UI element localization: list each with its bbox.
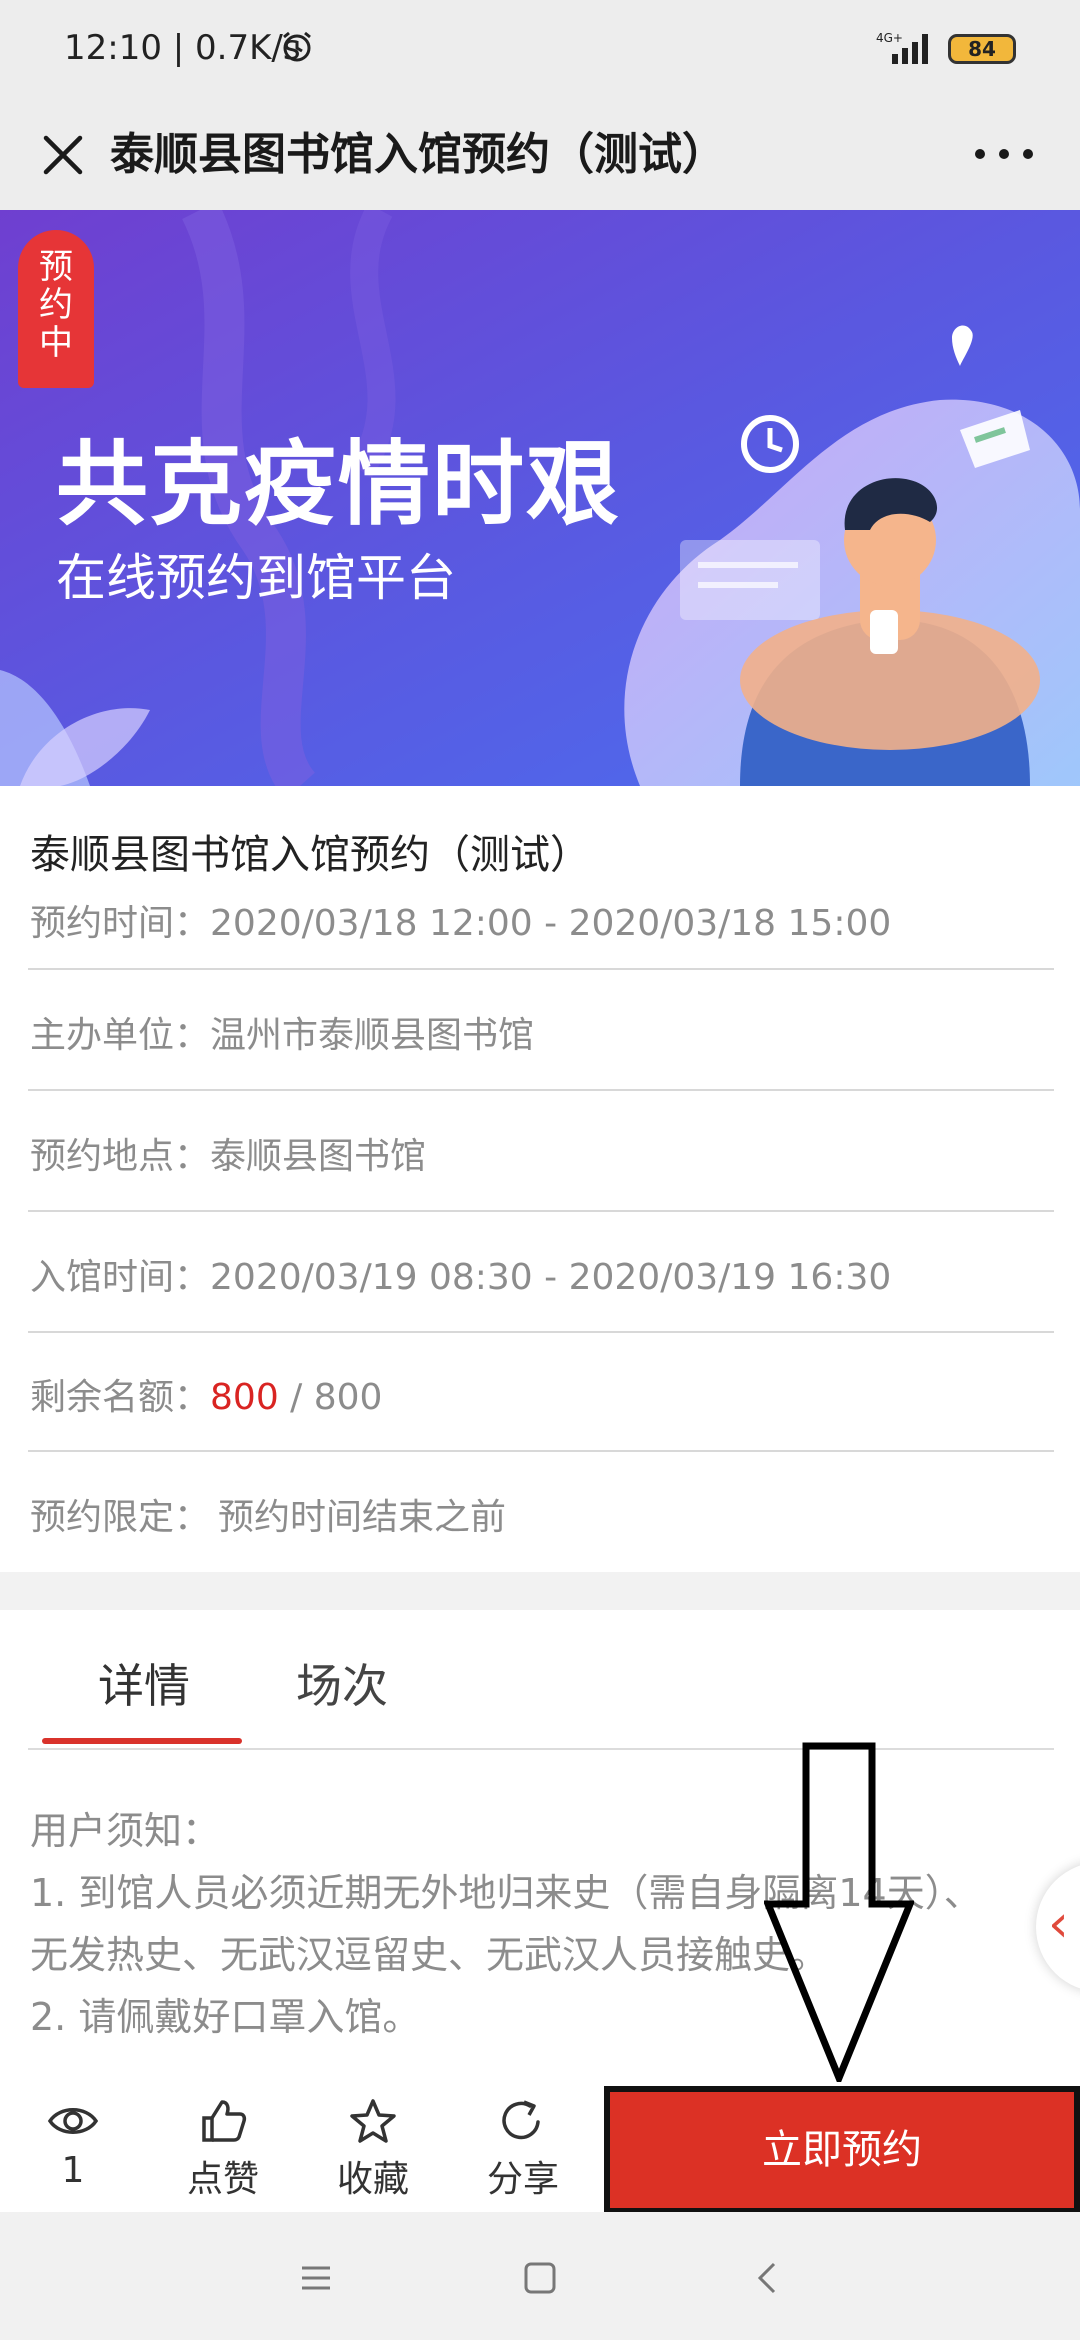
battery-indicator: 84 <box>948 34 1016 64</box>
organizer-label: 主办单位： <box>30 1015 211 1056</box>
alarm-icon <box>283 31 311 62</box>
menu-icon[interactable] <box>286 2248 346 2308</box>
share-label: 分享 <box>486 2159 559 2200</box>
share-icon <box>502 2100 540 2140</box>
divider <box>28 1089 1054 1091</box>
organizer-row: 主办单位：温州市泰顺县图书馆 <box>30 1006 534 1058</box>
quota-remaining: 800 <box>210 1377 279 1418</box>
quota-total: / 800 <box>278 1377 383 1418</box>
banner-image: 预 约 中 共克疫情时艰 在线预约到馆平台 <box>0 210 1080 786</box>
event-info-card: 泰顺县图书馆入馆预约（测试） 预约时间：2020/03/18 12:00 - 2… <box>0 786 1080 1572</box>
arrow-annotation <box>764 1742 914 2082</box>
favorite-button[interactable]: 收藏 <box>318 2098 428 2202</box>
favorite-label: 收藏 <box>336 2159 409 2200</box>
booking-time-row: 预约时间：2020/03/18 12:00 - 2020/03/18 15:00 <box>30 894 891 946</box>
tab-sessions[interactable]: 场次 <box>296 1650 388 1716</box>
event-title: 泰顺县图书馆入馆预约（测试） <box>30 832 590 878</box>
location-row: 预约地点：泰顺县图书馆 <box>30 1127 426 1179</box>
eye-icon <box>47 2108 99 2134</box>
views-count: 1 <box>61 2150 85 2191</box>
home-icon[interactable] <box>510 2248 570 2308</box>
tab-bar: 详情 场次 <box>0 1610 1080 1750</box>
entry-time-value: 2020/03/19 08:30 - 2020/03/19 16:30 <box>210 1257 892 1298</box>
close-icon[interactable] <box>30 122 96 188</box>
divider <box>28 1331 1054 1333</box>
views-button[interactable]: 1 <box>18 2098 128 2191</box>
status-bar: 12:10 | 0.7K/s 4G+ 84 <box>0 0 1080 100</box>
active-tab-indicator <box>42 1738 242 1744</box>
status-badge-char: 预 <box>39 247 73 287</box>
booking-time-label: 预约时间： <box>30 903 211 944</box>
entry-time-label: 入馆时间： <box>30 1257 211 1298</box>
share-button[interactable]: 分享 <box>468 2098 578 2202</box>
page-title: 泰顺县图书馆入馆预约（测试） <box>110 129 726 180</box>
book-now-button[interactable]: 立即预约 <box>604 2086 1080 2214</box>
location-label: 预约地点： <box>30 1136 211 1177</box>
more-icon[interactable] <box>966 124 1042 184</box>
tab-details[interactable]: 详情 <box>98 1650 190 1716</box>
status-badge: 预 约 中 <box>18 230 94 388</box>
status-badge-char: 中 <box>39 323 73 363</box>
status-time: 12:10 | 0.7K/s <box>64 28 301 68</box>
banner-subline: 在线预约到馆平台 <box>56 549 456 607</box>
organizer-value: 温州市泰顺县图书馆 <box>210 1015 535 1056</box>
system-navigation-bar <box>0 2212 1080 2340</box>
like-label: 点赞 <box>186 2159 259 2200</box>
quota-label: 剩余名额： <box>30 1377 211 1418</box>
banner-headline: 共克疫情时艰 <box>56 431 621 538</box>
quota-row: 剩余名额：800 / 800 <box>30 1368 382 1420</box>
thumbs-up-icon <box>202 2100 247 2142</box>
limit-value: 预约时间结束之前 <box>218 1497 507 1538</box>
section-gap <box>0 1572 1080 1610</box>
limit-label: 预约限定： <box>30 1497 211 1538</box>
divider <box>28 968 1054 970</box>
star-icon <box>350 2099 396 2143</box>
title-bar: 泰顺县图书馆入馆预约（测试） <box>0 100 1080 210</box>
back-icon[interactable] <box>738 2248 798 2308</box>
status-badge-char: 约 <box>39 285 73 325</box>
limit-row: 预约限定： 预约时间结束之前 <box>30 1488 506 1540</box>
divider <box>28 1450 1054 1452</box>
divider <box>28 1210 1054 1212</box>
signal-icon: 4G+ <box>876 31 928 64</box>
network-label: 4G+ <box>876 31 903 45</box>
booking-time-value: 2020/03/18 12:00 - 2020/03/18 15:00 <box>210 903 892 944</box>
entry-time-row: 入馆时间：2020/03/19 08:30 - 2020/03/19 16:30 <box>30 1248 891 1300</box>
like-button[interactable]: 点赞 <box>168 2098 278 2202</box>
chevron-left-icon: ‹ <box>1048 1894 1069 1954</box>
location-value: 泰顺县图书馆 <box>210 1136 427 1177</box>
